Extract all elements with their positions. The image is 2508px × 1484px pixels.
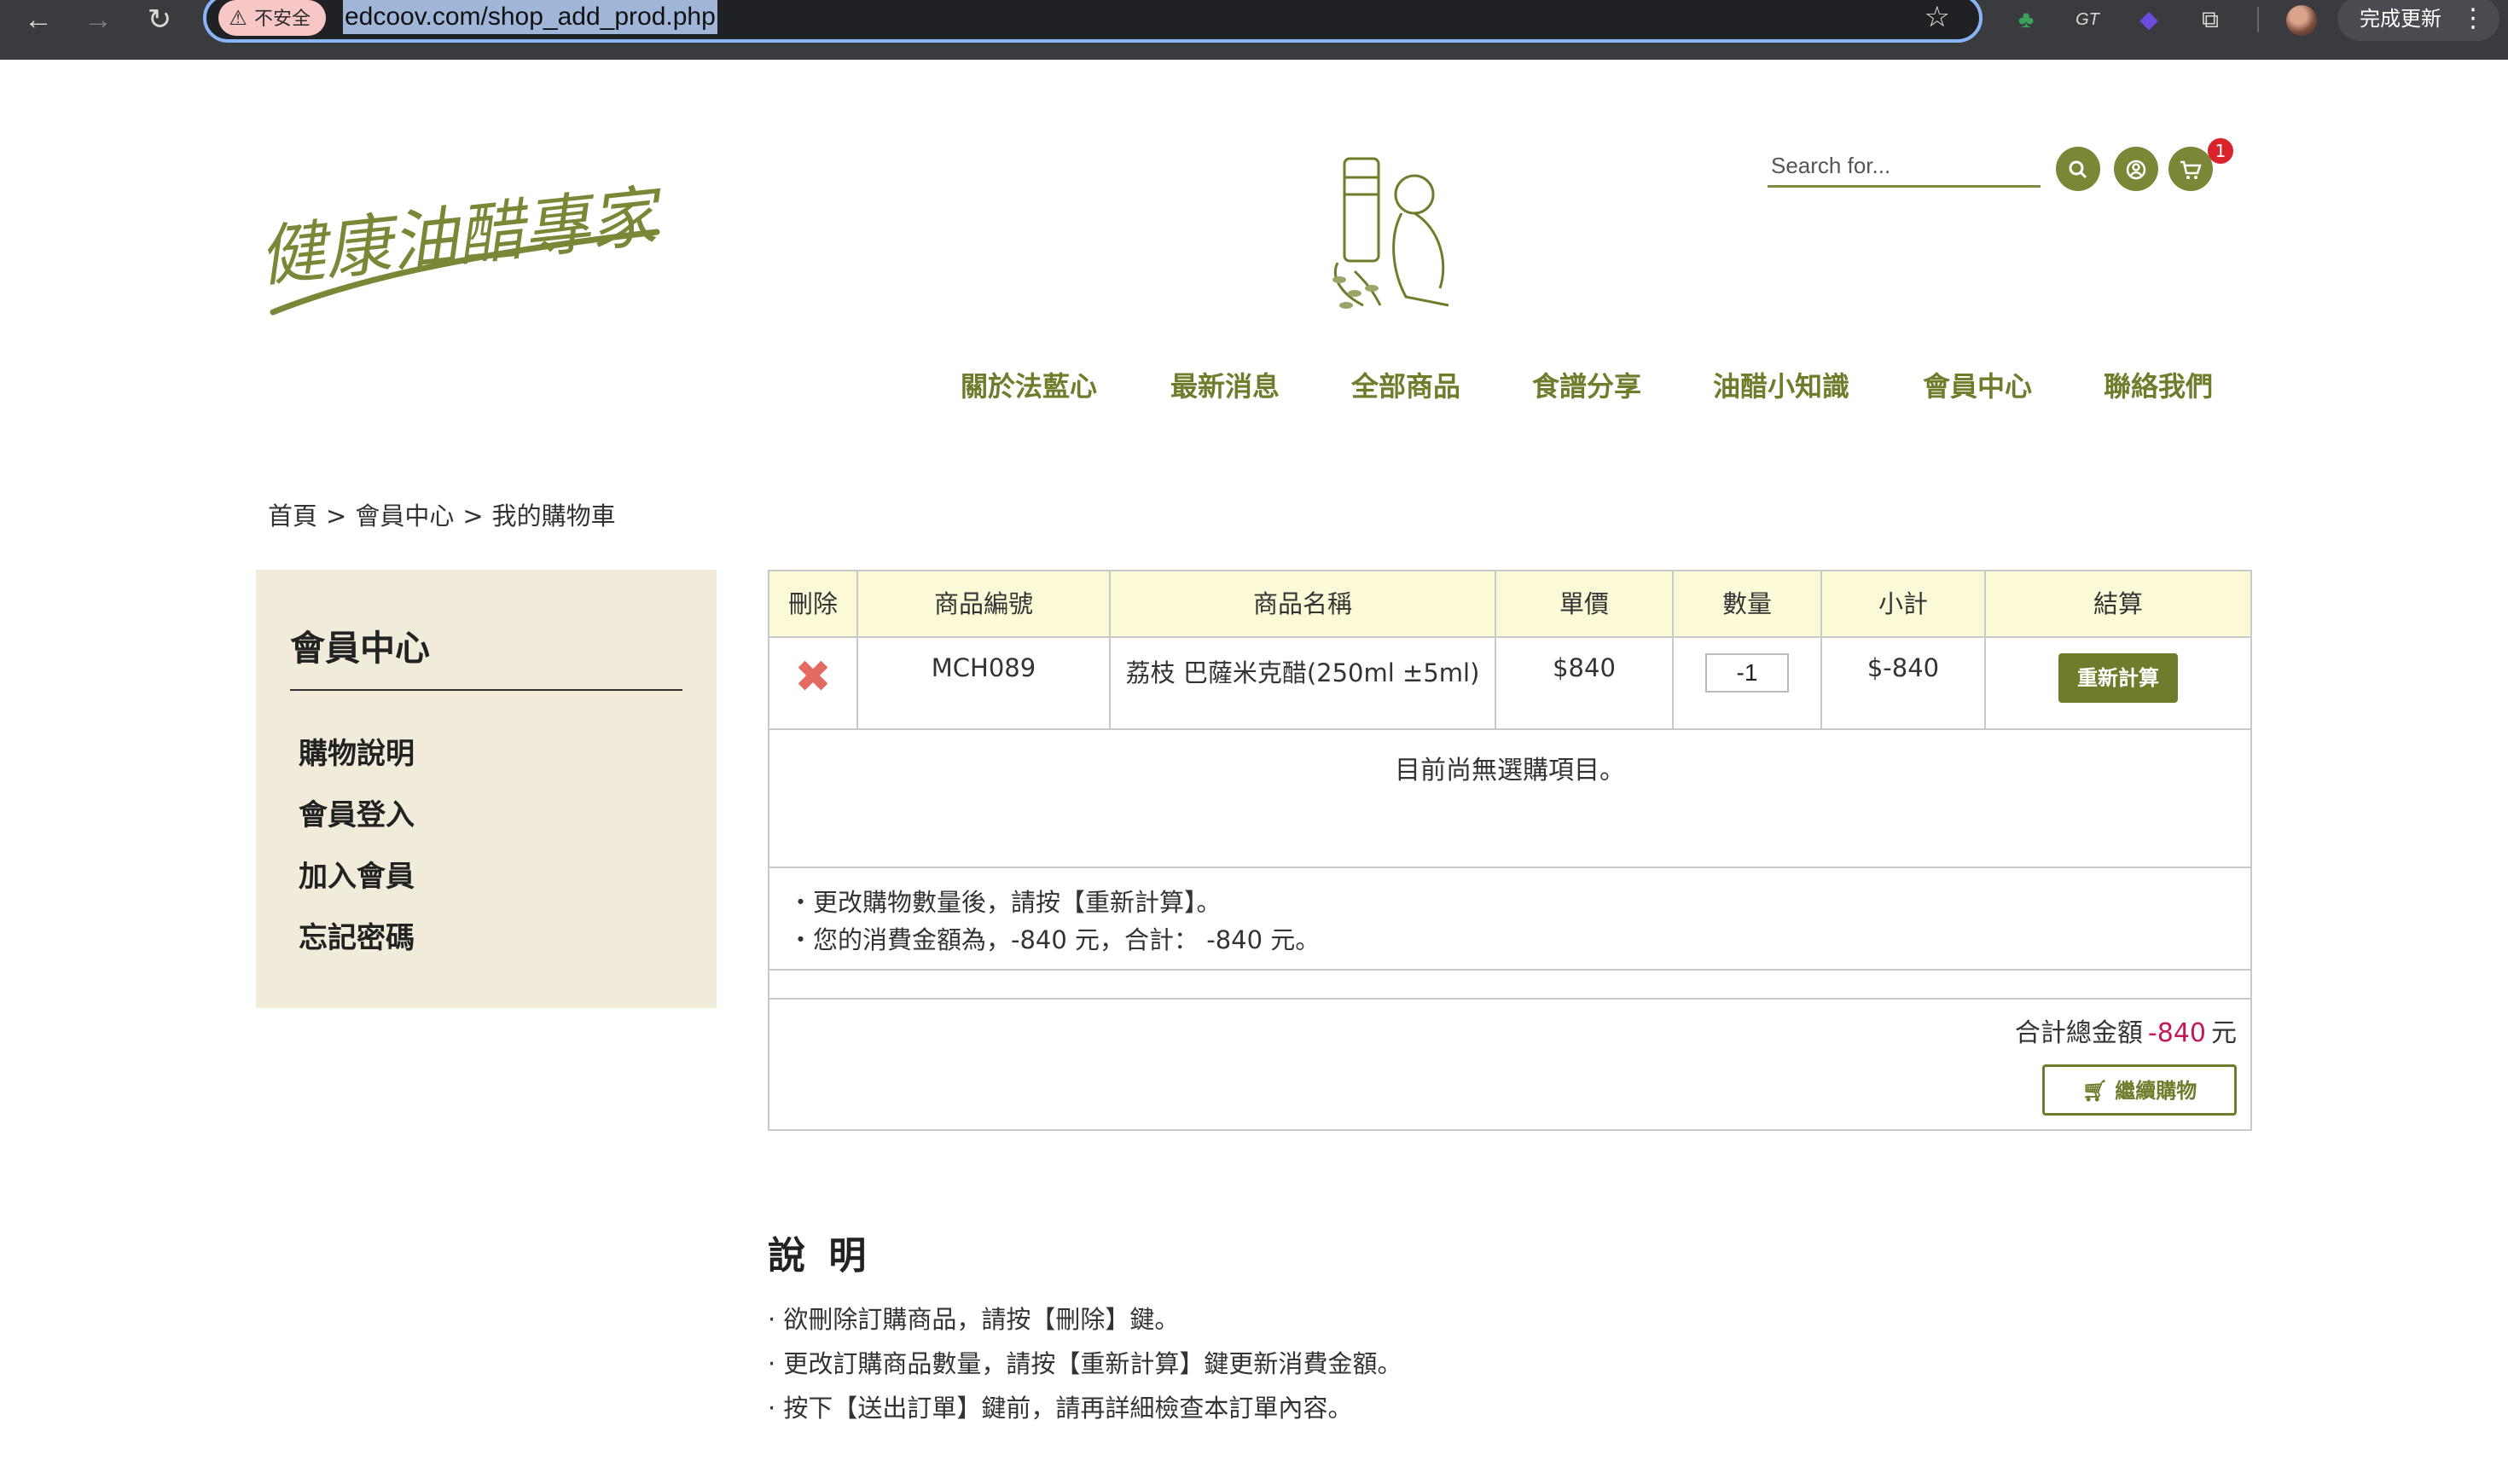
nav-item-about[interactable]: 關於法藍心 [961,365,1097,404]
table-row-delete-cell: ✖ [769,638,858,730]
cart-icon [2180,160,2202,179]
column-header-checkout: 結算 [1986,571,2250,638]
cart-notes: ・更改購物數量後，請按【重新計算】。 ・您的消費金額為，-840 元，合計： -… [769,868,2250,971]
user-icon [2126,159,2146,180]
checkout-cell: 重新計算 [1986,638,2250,730]
bookmark-star-icon[interactable]: ☆ [1925,0,1950,34]
sidebar-item-register[interactable]: 加入會員 [299,853,415,895]
column-header-code: 商品編號 [858,571,1111,638]
member-sidebar: 會員中心 購物說明 會員登入 加入會員 忘記密碼 [256,570,717,1008]
search-button[interactable] [2056,147,2100,191]
breadcrumb-separator: > [462,501,484,530]
breadcrumb-current: 我的購物車 [491,501,616,530]
quantity-input[interactable] [1705,653,1789,693]
column-header-subtotal: 小計 [1822,571,1986,638]
forward-arrow-icon[interactable]: → [78,0,118,39]
main-navigation: 關於法藍心 最新消息 全部商品 食譜分享 油醋小知識 會員中心 聯絡我們 [0,365,2508,408]
continue-shopping-button[interactable]: 🛒︎ 繼續購物 [2042,1064,2237,1116]
cart-icon: 🛒︎ [2081,1079,2109,1103]
table-spacer [769,971,2250,1000]
breadcrumb-member-center[interactable]: 會員中心 [355,501,454,530]
column-header-delete: 刪除 [769,571,858,638]
instruction-line: · 按下【送出訂單】鍵前，請再詳細檢查本訂單內容。 [768,1394,1353,1423]
warning-icon: ⚠ [229,6,247,30]
sidebar-item-forgot-password[interactable]: 忘記密碼 [299,914,415,956]
grand-total: 合計總金額 -840 元 [2015,1012,2237,1049]
product-name: 荔枝 巴薩米克醋(250ml ±5ml) [1111,638,1496,730]
unit-price: $840 [1496,638,1674,730]
tree-extension-icon[interactable]: ♣ [2006,0,2046,39]
search-icon [2069,160,2087,179]
reload-icon[interactable]: ↻ [140,0,179,39]
address-bar[interactable]: ⚠ 不安全 edcoov.com/shop_add_prod.php ☆ [203,0,1983,43]
browser-toolbar: ← → ↻ ⚠ 不安全 edcoov.com/shop_add_prod.php … [0,0,2508,60]
total-unit: 元 [2211,1018,2237,1048]
nav-item-recipes[interactable]: 食譜分享 [1532,365,1641,404]
cart-table: 刪除 商品編號 商品名稱 單價 數量 小計 結算 ✖ MCH089 荔枝 巴薩米… [768,570,2252,1131]
url-text[interactable]: edcoov.com/shop_add_prod.php [343,0,717,34]
instruction-line: · 更改訂購商品數量，請按【重新計算】鍵更新消費金額。 [768,1349,1402,1378]
security-label: 不安全 [254,9,311,30]
empty-cart-message: 目前尚無選購項目。 [769,730,2250,868]
delete-icon[interactable]: ✖ [794,655,832,699]
gt-extension-icon[interactable]: GT [2068,0,2107,39]
sidebar-title: 會員中心 [290,628,430,669]
nav-item-all-products[interactable]: 全部商品 [1351,365,1460,404]
quantity-cell [1674,638,1822,730]
nav-item-news[interactable]: 最新消息 [1170,365,1280,404]
column-header-name: 商品名稱 [1111,571,1496,638]
breadcrumb-home[interactable]: 首頁 [268,501,317,530]
total-label: 合計總金額 [2014,1018,2143,1048]
site-logo[interactable]: 健康油醋專家 [256,150,665,321]
subtotal: $-840 [1822,638,1986,730]
purple-extension-icon[interactable]: ◆ [2129,0,2168,39]
continue-shopping-label: 繼續購物 [2115,1079,2197,1103]
search-input[interactable] [1768,147,2041,188]
profile-avatar[interactable] [2286,5,2317,36]
breadcrumb: 首頁 > 會員中心 > 我的購物車 [268,496,616,532]
sidebar-item-shopping-guide[interactable]: 購物說明 [299,730,415,772]
total-amount: -840 [2147,1018,2206,1048]
sidebar-divider [290,689,682,691]
update-button[interactable]: 完成更新 ⋮ [2337,0,2499,41]
menu-dots-icon[interactable]: ⋮ [2460,0,2486,41]
column-header-quantity: 數量 [1674,571,1822,638]
member-button[interactable] [2114,147,2158,191]
cart-count-badge: 1 [2208,138,2233,164]
cart-button[interactable] [2168,147,2213,191]
update-label: 完成更新 [2360,7,2441,31]
nav-item-knowledge[interactable]: 油醋小知識 [1713,365,1849,404]
cart-note: ・更改購物數量後，請按【重新計算】。 [788,888,1222,917]
nav-item-contact[interactable]: 聯絡我們 [2104,365,2213,404]
instruction-line: · 欲刪除訂購商品，請按【刪除】鍵。 [768,1305,1180,1334]
cart-note: ・您的消費金額為，-840 元，合計： -840 元。 [788,925,1321,954]
back-arrow-icon[interactable]: ← [19,0,58,39]
sidebar-item-login[interactable]: 會員登入 [299,791,415,833]
security-chip[interactable]: ⚠ 不安全 [218,0,327,36]
puzzle-extension-icon[interactable]: ⧉ [2191,0,2230,39]
toolbar-divider [2257,7,2259,32]
breadcrumb-separator: > [326,501,347,530]
product-code: MCH089 [858,638,1111,730]
column-header-price: 單價 [1496,571,1674,638]
nav-item-member-center[interactable]: 會員中心 [1923,365,2032,404]
brand-illustration [1332,157,1449,309]
recalculate-button[interactable]: 重新計算 [2058,653,2178,703]
instructions-title: 說 明 [768,1234,872,1278]
